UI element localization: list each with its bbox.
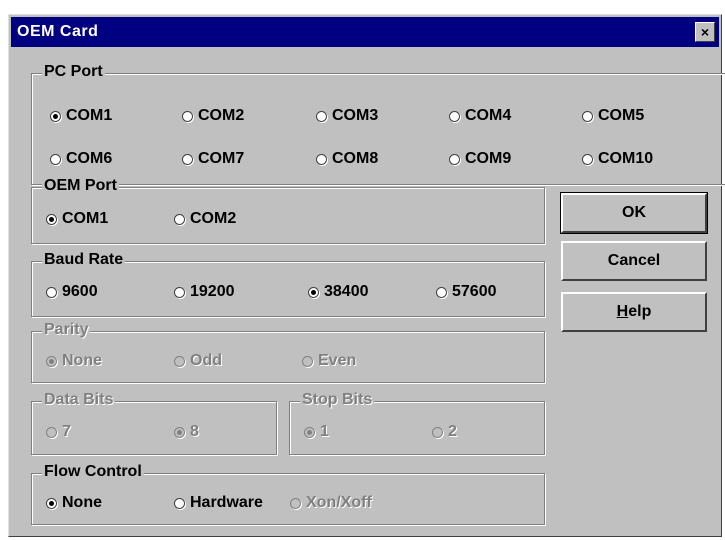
parity-label: Parity — [42, 321, 91, 339]
flow-none-radio[interactable]: None — [46, 494, 102, 512]
radio-label: COM2 — [190, 210, 237, 227]
flow-control-label: Flow Control — [42, 463, 144, 481]
radio-label: 7 — [62, 423, 71, 440]
pc-port-com1-radio[interactable]: COM1 — [50, 107, 112, 125]
parity-even-radio[interactable]: Even — [302, 352, 356, 370]
radio-label: COM6 — [66, 150, 113, 167]
parity-none-radio[interactable]: None — [46, 352, 102, 370]
pc-port-com3-radio[interactable]: COM3 — [316, 107, 378, 125]
radio-label: COM2 — [198, 107, 245, 124]
ok-button-label: OK — [622, 204, 646, 221]
oem-card-dialog: OEM Card × PC Port COM1 COM2 COM3 COM4 C… — [8, 14, 725, 537]
oem-port-label: OEM Port — [42, 177, 119, 195]
flow-control-group: Flow Control None Hardware Xon/Xoff — [31, 463, 545, 525]
cancel-button-label: Cancel — [607, 252, 661, 269]
radio-label: 19200 — [190, 283, 235, 300]
radio-label: 9600 — [62, 283, 98, 300]
pc-port-com6-radio[interactable]: COM6 — [50, 150, 112, 168]
baud-38400-radio[interactable]: 38400 — [308, 283, 369, 301]
radio-label: Odd — [190, 352, 222, 369]
radio-label: 1 — [320, 423, 329, 440]
data-bits-group: Data Bits 7 8 — [31, 391, 277, 455]
data-bits-7-radio[interactable]: 7 — [46, 423, 71, 441]
stop-bits-1-radio[interactable]: 1 — [304, 423, 329, 441]
radio-label: COM9 — [465, 150, 512, 167]
stop-bits-group: Stop Bits 1 2 — [289, 391, 545, 455]
radio-label: COM1 — [66, 107, 113, 124]
radio-label: 2 — [448, 423, 457, 440]
radio-label: Xon/Xoff — [306, 494, 372, 511]
close-icon[interactable]: × — [695, 22, 715, 42]
stop-bits-2-radio[interactable]: 2 — [432, 423, 457, 441]
radio-label: Hardware — [190, 494, 263, 511]
radio-selected-indicator — [50, 110, 61, 122]
pc-port-com5-radio[interactable]: COM5 — [582, 107, 644, 125]
flow-hardware-radio[interactable]: Hardware — [174, 494, 263, 512]
radio-label: COM10 — [598, 150, 654, 167]
flow-xon-xoff-radio[interactable]: Xon/Xoff — [290, 494, 372, 512]
radio-label: 38400 — [324, 283, 369, 300]
radio-label: 8 — [190, 423, 199, 440]
radio-label: COM4 — [465, 107, 512, 124]
window-title: OEM Card — [17, 23, 99, 40]
radio-label: COM5 — [598, 107, 645, 124]
help-button[interactable]: Help — [561, 292, 707, 332]
radio-label: None — [62, 494, 102, 511]
radio-label: Even — [318, 352, 357, 369]
ok-button[interactable]: OK — [560, 192, 708, 234]
stop-bits-label: Stop Bits — [300, 391, 375, 409]
baud-rate-group: Baud Rate 9600 19200 38400 57600 — [31, 251, 545, 317]
parity-group: Parity None Odd Even — [31, 321, 545, 383]
pc-port-com2-radio[interactable]: COM2 — [182, 107, 244, 125]
radio-label: COM1 — [62, 210, 109, 227]
parity-odd-radio[interactable]: Odd — [174, 352, 222, 370]
title-bar[interactable]: OEM Card × — [11, 17, 719, 47]
radio-label: 57600 — [452, 283, 497, 300]
oem-port-com2-radio[interactable]: COM2 — [174, 210, 236, 228]
help-button-label: elp — [628, 303, 652, 320]
cancel-button[interactable]: Cancel — [561, 241, 707, 281]
pc-port-group: PC Port COM1 COM2 COM3 COM4 COM5 COM6 CO… — [31, 63, 725, 185]
radio-label: COM8 — [332, 150, 379, 167]
baud-57600-radio[interactable]: 57600 — [436, 283, 497, 301]
pc-port-com4-radio[interactable]: COM4 — [449, 107, 511, 125]
help-button-mnemonic: H — [616, 303, 629, 320]
pc-port-label: PC Port — [42, 63, 105, 81]
data-bits-8-radio[interactable]: 8 — [174, 423, 199, 441]
radio-label: COM3 — [332, 107, 379, 124]
oem-port-com1-radio[interactable]: COM1 — [46, 210, 108, 228]
pc-port-com9-radio[interactable]: COM9 — [449, 150, 511, 168]
pc-port-com10-radio[interactable]: COM10 — [582, 150, 653, 168]
radio-label: COM7 — [198, 150, 245, 167]
data-bits-label: Data Bits — [42, 391, 116, 409]
pc-port-com8-radio[interactable]: COM8 — [316, 150, 378, 168]
pc-port-com7-radio[interactable]: COM7 — [182, 150, 244, 168]
baud-9600-radio[interactable]: 9600 — [46, 283, 98, 301]
oem-port-group: OEM Port COM1 COM2 — [31, 177, 545, 244]
baud-rate-label: Baud Rate — [42, 251, 126, 269]
baud-19200-radio[interactable]: 19200 — [174, 283, 235, 301]
radio-label: None — [62, 352, 102, 369]
